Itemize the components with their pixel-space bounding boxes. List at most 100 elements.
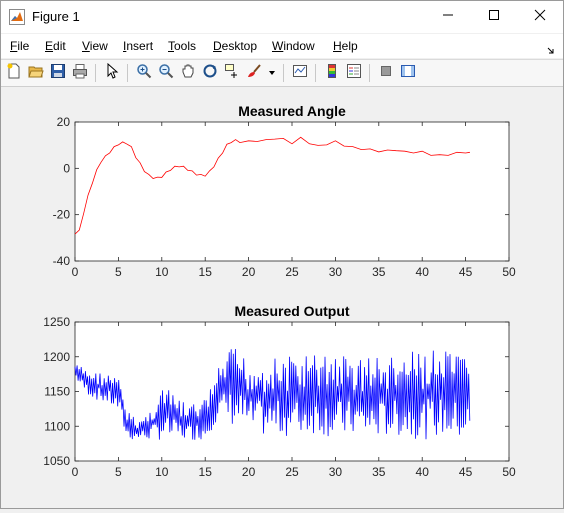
y-tick-label: 1050 [43, 454, 70, 468]
new-figure-button[interactable] [4, 63, 24, 83]
figure-canvas[interactable]: Measured Angle 0 5 10 15 20 25 30 35 40 45 50 -40 -20… [1, 87, 563, 508]
dock-arrow-icon[interactable] [547, 42, 555, 60]
menu-file[interactable]: File [10, 39, 29, 53]
menu-help[interactable]: Help [333, 39, 358, 53]
x-tick-label: 15 [199, 265, 213, 279]
x-tick-label: 20 [242, 465, 256, 479]
axes-box [74, 121, 510, 262]
figure-window: Figure 1 File Edit View Insert Tools Des… [0, 0, 564, 509]
x-tick-label: 40 [416, 265, 430, 279]
data-cursor-button[interactable] [222, 63, 242, 83]
maximize-button[interactable] [471, 1, 517, 33]
y-tick-label: 1150 [44, 385, 70, 399]
x-tick-label: 30 [329, 265, 343, 279]
x-tick-label: 25 [285, 265, 299, 279]
pointer-icon [104, 62, 120, 84]
pan-icon [180, 63, 196, 84]
x-tick-label: 15 [199, 465, 213, 479]
menu-insert[interactable]: Insert [123, 39, 153, 53]
y-tick-label: 1200 [43, 350, 70, 364]
edit-plot-button[interactable] [102, 62, 122, 84]
menu-help-label: Help [333, 39, 358, 53]
y-tick-label: 1250 [43, 315, 70, 329]
chart-title: Measured Angle [238, 103, 346, 119]
toolbar-separator [283, 64, 284, 82]
x-tick-label: 35 [372, 465, 386, 479]
show-plot-tools-button[interactable] [398, 63, 418, 83]
rotate-3d-button[interactable] [200, 63, 220, 83]
x-tick-label: 20 [242, 265, 256, 279]
x-tick-label: 25 [285, 465, 299, 479]
maximize-icon [488, 8, 500, 26]
chevron-down-icon [268, 64, 276, 82]
x-tick-label: 5 [115, 465, 122, 479]
minimize-button[interactable] [425, 1, 471, 33]
x-tick-label: 0 [72, 465, 79, 479]
open-file-icon [28, 63, 44, 84]
x-tick-label: 35 [372, 265, 386, 279]
show-plot-tools-icon [400, 63, 416, 84]
plots-svg: Measured Angle0 5 10 15 20 25 30 35 40 45 50-40-20… [43, 103, 516, 479]
brush-button[interactable] [244, 63, 264, 83]
menu-view-label: View [82, 39, 108, 53]
window-title: Figure 1 [32, 9, 80, 24]
x-tick-label: 40 [416, 465, 430, 479]
close-icon [534, 8, 546, 26]
save-button[interactable] [48, 63, 68, 83]
menu-edit[interactable]: Edit [45, 39, 66, 53]
menu-window-label: Window [272, 39, 315, 53]
menu-insert-label: Insert [123, 39, 154, 53]
y-tick-label: 0 [63, 161, 70, 175]
menu-window[interactable]: Window [272, 39, 315, 53]
y-tick-label: 20 [57, 115, 71, 129]
menu-tools[interactable]: Tools [168, 39, 196, 53]
y-tick-label: -20 [53, 208, 71, 222]
zoom-out-icon [158, 63, 174, 84]
brush-icon [246, 63, 262, 84]
open-file-button[interactable] [26, 63, 46, 83]
x-tick-label: 50 [502, 265, 516, 279]
title-bar[interactable]: Figure 1 [1, 1, 563, 33]
insert-legend-button[interactable] [344, 63, 364, 83]
close-button[interactable] [517, 1, 563, 33]
menu-desktop[interactable]: Desktop [213, 39, 257, 53]
link-plot-icon [292, 63, 308, 84]
minimize-icon [442, 8, 454, 26]
matlab-logo-icon [9, 9, 25, 25]
brush-dropdown-button[interactable] [266, 63, 278, 83]
toolbar-separator [315, 64, 316, 82]
print-button[interactable] [70, 63, 90, 83]
zoom-in-button[interactable] [134, 63, 154, 83]
toolbar-separator [369, 64, 370, 82]
figure-toolbar [1, 59, 563, 87]
menu-bar: File Edit View Insert Tools Desktop Wind… [1, 34, 563, 58]
zoom-in-icon [136, 63, 152, 84]
x-tick-label: 50 [502, 465, 516, 479]
menu-edit-label: Edit [45, 39, 66, 53]
legend-icon [346, 63, 362, 84]
pan-button[interactable] [178, 63, 198, 83]
x-tick-label: 30 [329, 465, 343, 479]
x-tick-label: 10 [155, 265, 169, 279]
new-figure-icon [6, 63, 22, 84]
hide-plot-tools-button[interactable] [376, 63, 396, 83]
rotate-3d-icon [202, 63, 218, 84]
hide-plot-tools-icon [378, 63, 394, 84]
data-cursor-icon [224, 63, 240, 84]
y-tick-label: -40 [53, 254, 71, 268]
menu-view[interactable]: View [82, 39, 108, 53]
zoom-out-button[interactable] [156, 63, 176, 83]
toolbar-separator [95, 64, 96, 82]
menu-tools-label: Tools [168, 39, 197, 53]
link-plot-button[interactable] [290, 63, 310, 83]
menu-desktop-label: Desktop [213, 39, 258, 53]
save-icon [50, 63, 66, 84]
x-tick-label: 5 [115, 265, 122, 279]
x-tick-label: 45 [459, 465, 473, 479]
x-tick-label: 10 [155, 465, 169, 479]
menu-file-label: File [10, 39, 30, 53]
toolbar-separator [127, 64, 128, 82]
x-tick-label: 45 [459, 265, 473, 279]
insert-colorbar-button[interactable] [322, 63, 342, 83]
chart-title: Measured Output [234, 303, 349, 319]
